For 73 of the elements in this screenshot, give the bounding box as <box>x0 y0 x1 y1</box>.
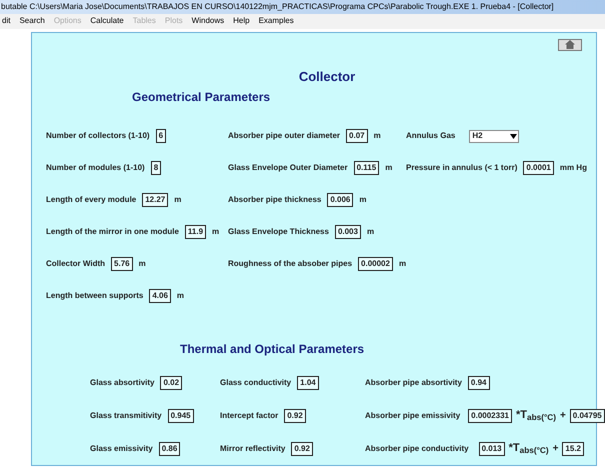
formula-term: *T$_{abs(°C)}$ <box>508 441 549 457</box>
menu-item[interactable]: Help <box>233 15 250 28</box>
window-title: butable C:\Users\Maria Jose\Documents\TRABAJOS EN CURSO\140122mjm_PRACTICAS\Programa CPCs\Parabolic Trough.EXE 1. Prueba4 - [Collector] <box>1 1 554 14</box>
field-label: Length of the mirror in one module <box>46 226 179 238</box>
field-label: Annulus Gas <box>406 130 456 142</box>
value-field[interactable]: 0.006 <box>327 193 354 207</box>
field-label: Number of collectors (1-10) <box>46 130 150 142</box>
unit-label: m <box>176 290 184 302</box>
value-field[interactable]: 0.0001 <box>523 161 554 175</box>
formula-term: *T$_{abs(°C)}$ <box>516 408 556 424</box>
value-field[interactable]: 0.86 <box>158 442 180 456</box>
value-field[interactable]: 0.94 <box>468 376 490 390</box>
unit-label: m <box>366 226 374 238</box>
menu-item[interactable]: dit <box>2 15 10 28</box>
field-label: Length of every module <box>46 194 136 206</box>
unit-label: m <box>138 258 146 270</box>
field-label: Roughness of the absober pipes <box>228 258 352 270</box>
field-label: Mirror reflectivity <box>220 442 286 454</box>
section-heading: Geometrical Parameters <box>132 89 272 106</box>
unit-label: mm Hg <box>560 162 587 174</box>
value-field[interactable]: 0.003 <box>334 225 361 239</box>
section-heading: Thermal and Optical Parameters <box>180 341 366 358</box>
unit-label: m <box>359 194 367 206</box>
unit-label: m <box>398 258 406 270</box>
value-field[interactable]: 0.07 <box>346 129 368 143</box>
value-field[interactable]: 0.115 <box>354 161 380 175</box>
field-label: Absorber pipe thickness <box>228 194 322 206</box>
menu-item[interactable]: Examples <box>258 15 294 28</box>
field-label: Glass emissivity <box>90 442 153 454</box>
value-field[interactable]: 0.945 <box>168 408 194 422</box>
field-label: Glass Envelope Outer Diameter <box>228 162 348 174</box>
field-label: Number of modules (1-10) <box>46 162 145 174</box>
gas-dropdown[interactable]: H2 <box>469 130 520 142</box>
field-label: Glass absortivity <box>90 376 154 388</box>
value-field[interactable]: 15.2 <box>562 442 584 456</box>
field-label: Glass transmitivity <box>90 410 162 422</box>
panel-title: Collector <box>298 68 356 86</box>
field-label: Intercept factor <box>220 410 278 422</box>
plus-sign: + <box>552 442 558 456</box>
unit-label: m <box>374 130 381 142</box>
field-label: Absorber pipe outer diameter <box>228 130 340 142</box>
field-label: Length between supports <box>46 290 144 302</box>
menu-item[interactable]: Search <box>19 15 45 28</box>
value-field[interactable]: 4.06 <box>149 289 171 303</box>
value-field[interactable]: 11.9 <box>184 225 206 239</box>
home-button[interactable] <box>558 38 582 50</box>
value-field[interactable]: 0.0002331 <box>468 408 512 422</box>
field-label: Absorber pipe emissivity <box>365 410 460 422</box>
value-field[interactable]: 6 <box>156 129 166 143</box>
plus-sign: + <box>560 409 566 423</box>
house-icon <box>565 40 575 49</box>
value-field[interactable]: 0.013 <box>478 442 505 456</box>
value-field[interactable]: 5.76 <box>111 257 133 271</box>
unit-label: m <box>385 162 392 174</box>
value-field[interactable]: 12.27 <box>142 193 168 207</box>
value-field[interactable]: 0.02 <box>160 376 182 390</box>
unit-label: m <box>174 194 182 206</box>
value-field[interactable]: 0.92 <box>291 442 313 456</box>
value-field[interactable]: 8 <box>150 161 162 175</box>
unit-label: m <box>212 226 220 238</box>
field-label: Collector Width <box>46 258 106 270</box>
value-field[interactable]: 0.92 <box>284 408 306 422</box>
menu-item[interactable]: Calculate <box>90 15 124 28</box>
menu-item[interactable]: Windows <box>192 15 224 28</box>
field-label: Glass conductivity <box>220 376 292 388</box>
dropdown-arrow-icon <box>510 134 518 138</box>
value-field[interactable]: 1.04 <box>297 376 319 390</box>
field-label: Pressure in annulus (< 1 torr) <box>406 162 518 174</box>
field-label: Absorber pipe absortivity <box>365 376 462 388</box>
value-field[interactable]: 0.00002 <box>358 257 393 271</box>
value-field[interactable]: 0.04795 <box>570 408 605 422</box>
field-label: Glass Envelope Thickness <box>228 226 329 238</box>
field-label: Absorber pipe conductivity <box>365 442 469 454</box>
